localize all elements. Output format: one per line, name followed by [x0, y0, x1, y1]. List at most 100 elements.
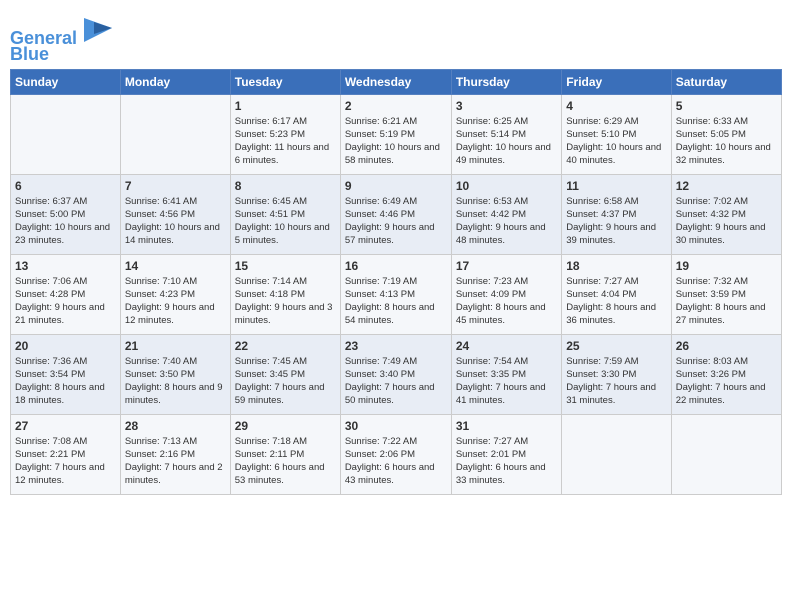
day-number: 5 — [676, 99, 777, 113]
day-info: Sunrise: 6:33 AM Sunset: 5:05 PM Dayligh… — [676, 115, 777, 168]
day-info: Sunrise: 7:32 AM Sunset: 3:59 PM Dayligh… — [676, 275, 777, 328]
week-row-4: 20 Sunrise: 7:36 AM Sunset: 3:54 PM Dayli… — [11, 334, 782, 414]
day-number: 11 — [566, 179, 666, 193]
day-number: 10 — [456, 179, 557, 193]
day-cell: 4 Sunrise: 6:29 AM Sunset: 5:10 PM Daylig… — [562, 94, 671, 174]
day-cell: 16Sunrise: 7:19 AM Sunset: 4:13 PM Dayli… — [340, 254, 451, 334]
col-header-thursday: Thursday — [451, 69, 561, 94]
day-info: Sunrise: 7:02 AM Sunset: 4:32 PM Dayligh… — [676, 195, 777, 248]
day-cell — [11, 94, 121, 174]
day-cell: 7 Sunrise: 6:41 AM Sunset: 4:56 PM Daylig… — [120, 174, 230, 254]
day-info: Sunrise: 7:49 AM Sunset: 3:40 PM Dayligh… — [345, 355, 447, 408]
day-number: 1 — [235, 99, 336, 113]
day-cell: 31 Sunrise: 7:27 AM Sunset: 2:01 PM Dayli… — [451, 414, 561, 494]
col-header-saturday: Saturday — [671, 69, 781, 94]
day-info: Sunrise: 7:22 AM Sunset: 2:06 PM Dayligh… — [345, 435, 447, 488]
day-info: Sunrise: 7:13 AM Sunset: 2:16 PM Dayligh… — [125, 435, 226, 488]
day-cell: 9 Sunrise: 6:49 AM Sunset: 4:46 PM Daylig… — [340, 174, 451, 254]
day-info: Sunrise: 7:27 AM Sunset: 4:04 PM Dayligh… — [566, 275, 666, 328]
day-info: Sunrise: 8:03 AM Sunset: 3:26 PM Dayligh… — [676, 355, 777, 408]
day-cell — [671, 414, 781, 494]
day-info: Sunrise: 7:36 AM Sunset: 3:54 PM Dayligh… — [15, 355, 116, 408]
day-cell: 11 Sunrise: 6:58 AM Sunset: 4:37 PM Dayli… — [562, 174, 671, 254]
day-number: 13 — [15, 259, 116, 273]
day-info: Sunrise: 7:45 AM Sunset: 3:45 PM Dayligh… — [235, 355, 336, 408]
col-header-wednesday: Wednesday — [340, 69, 451, 94]
day-cell: 2Sunrise: 6:21 AM Sunset: 5:19 PM Daylig… — [340, 94, 451, 174]
day-info: Sunrise: 6:41 AM Sunset: 4:56 PM Dayligh… — [125, 195, 226, 248]
day-number: 4 — [566, 99, 666, 113]
day-info: Sunrise: 6:25 AM Sunset: 5:14 PM Dayligh… — [456, 115, 557, 168]
day-info: Sunrise: 6:17 AM Sunset: 5:23 PM Dayligh… — [235, 115, 336, 168]
day-info: Sunrise: 7:08 AM Sunset: 2:21 PM Dayligh… — [15, 435, 116, 488]
day-info: Sunrise: 7:14 AM Sunset: 4:18 PM Dayligh… — [235, 275, 336, 328]
day-number: 28 — [125, 419, 226, 433]
week-row-3: 13 Sunrise: 7:06 AM Sunset: 4:28 PM Dayli… — [11, 254, 782, 334]
day-cell: 22 Sunrise: 7:45 AM Sunset: 3:45 PM Dayli… — [230, 334, 340, 414]
day-number: 23 — [345, 339, 447, 353]
day-number: 21 — [125, 339, 226, 353]
day-info: Sunrise: 7:18 AM Sunset: 2:11 PM Dayligh… — [235, 435, 336, 488]
day-info: Sunrise: 6:45 AM Sunset: 4:51 PM Dayligh… — [235, 195, 336, 248]
day-number: 29 — [235, 419, 336, 433]
logo-icon — [84, 14, 114, 44]
page-header: General Blue — [10, 10, 782, 65]
day-number: 15 — [235, 259, 336, 273]
day-number: 22 — [235, 339, 336, 353]
col-header-sunday: Sunday — [11, 69, 121, 94]
day-number: 27 — [15, 419, 116, 433]
day-info: Sunrise: 7:59 AM Sunset: 3:30 PM Dayligh… — [566, 355, 666, 408]
day-number: 16 — [345, 259, 447, 273]
day-number: 2 — [345, 99, 447, 113]
day-cell: 21 Sunrise: 7:40 AM Sunset: 3:50 PM Dayli… — [120, 334, 230, 414]
day-cell: 29 Sunrise: 7:18 AM Sunset: 2:11 PM Dayli… — [230, 414, 340, 494]
week-row-2: 6 Sunrise: 6:37 AM Sunset: 5:00 PM Daylig… — [11, 174, 782, 254]
day-number: 31 — [456, 419, 557, 433]
day-info: Sunrise: 7:54 AM Sunset: 3:35 PM Dayligh… — [456, 355, 557, 408]
day-cell: 27 Sunrise: 7:08 AM Sunset: 2:21 PM Dayli… — [11, 414, 121, 494]
week-row-5: 27 Sunrise: 7:08 AM Sunset: 2:21 PM Dayli… — [11, 414, 782, 494]
day-info: Sunrise: 7:40 AM Sunset: 3:50 PM Dayligh… — [125, 355, 226, 408]
day-number: 14 — [125, 259, 226, 273]
day-cell: 15 Sunrise: 7:14 AM Sunset: 4:18 PM Dayli… — [230, 254, 340, 334]
day-info: Sunrise: 6:58 AM Sunset: 4:37 PM Dayligh… — [566, 195, 666, 248]
day-cell: 1 Sunrise: 6:17 AM Sunset: 5:23 PM Daylig… — [230, 94, 340, 174]
day-cell — [120, 94, 230, 174]
day-cell: 19 Sunrise: 7:32 AM Sunset: 3:59 PM Dayli… — [671, 254, 781, 334]
day-number: 24 — [456, 339, 557, 353]
day-cell: 6 Sunrise: 6:37 AM Sunset: 5:00 PM Daylig… — [11, 174, 121, 254]
day-number: 12 — [676, 179, 777, 193]
col-header-tuesday: Tuesday — [230, 69, 340, 94]
day-info: Sunrise: 7:23 AM Sunset: 4:09 PM Dayligh… — [456, 275, 557, 328]
day-cell: 5 Sunrise: 6:33 AM Sunset: 5:05 PM Daylig… — [671, 94, 781, 174]
day-cell: 17Sunrise: 7:23 AM Sunset: 4:09 PM Dayli… — [451, 254, 561, 334]
day-number: 8 — [235, 179, 336, 193]
day-number: 18 — [566, 259, 666, 273]
day-cell: 8 Sunrise: 6:45 AM Sunset: 4:51 PM Daylig… — [230, 174, 340, 254]
header-row: SundayMondayTuesdayWednesdayThursdayFrid… — [11, 69, 782, 94]
day-number: 3 — [456, 99, 557, 113]
day-info: Sunrise: 7:06 AM Sunset: 4:28 PM Dayligh… — [15, 275, 116, 328]
day-number: 20 — [15, 339, 116, 353]
day-info: Sunrise: 6:37 AM Sunset: 5:00 PM Dayligh… — [15, 195, 116, 248]
day-cell: 24 Sunrise: 7:54 AM Sunset: 3:35 PM Dayli… — [451, 334, 561, 414]
day-info: Sunrise: 7:27 AM Sunset: 2:01 PM Dayligh… — [456, 435, 557, 488]
day-cell: 3 Sunrise: 6:25 AM Sunset: 5:14 PM Daylig… — [451, 94, 561, 174]
col-header-friday: Friday — [562, 69, 671, 94]
day-number: 9 — [345, 179, 447, 193]
day-info: Sunrise: 6:29 AM Sunset: 5:10 PM Dayligh… — [566, 115, 666, 168]
day-cell: 23 Sunrise: 7:49 AM Sunset: 3:40 PM Dayli… — [340, 334, 451, 414]
day-number: 19 — [676, 259, 777, 273]
day-number: 30 — [345, 419, 447, 433]
week-row-1: 1 Sunrise: 6:17 AM Sunset: 5:23 PM Daylig… — [11, 94, 782, 174]
day-info: Sunrise: 6:49 AM Sunset: 4:46 PM Dayligh… — [345, 195, 447, 248]
day-number: 7 — [125, 179, 226, 193]
day-cell — [562, 414, 671, 494]
calendar-table: SundayMondayTuesdayWednesdayThursdayFrid… — [10, 69, 782, 495]
day-number: 26 — [676, 339, 777, 353]
day-number: 6 — [15, 179, 116, 193]
day-cell: 20 Sunrise: 7:36 AM Sunset: 3:54 PM Dayli… — [11, 334, 121, 414]
day-info: Sunrise: 7:10 AM Sunset: 4:23 PM Dayligh… — [125, 275, 226, 328]
day-cell: 25Sunrise: 7:59 AM Sunset: 3:30 PM Dayli… — [562, 334, 671, 414]
day-cell: 28 Sunrise: 7:13 AM Sunset: 2:16 PM Dayli… — [120, 414, 230, 494]
